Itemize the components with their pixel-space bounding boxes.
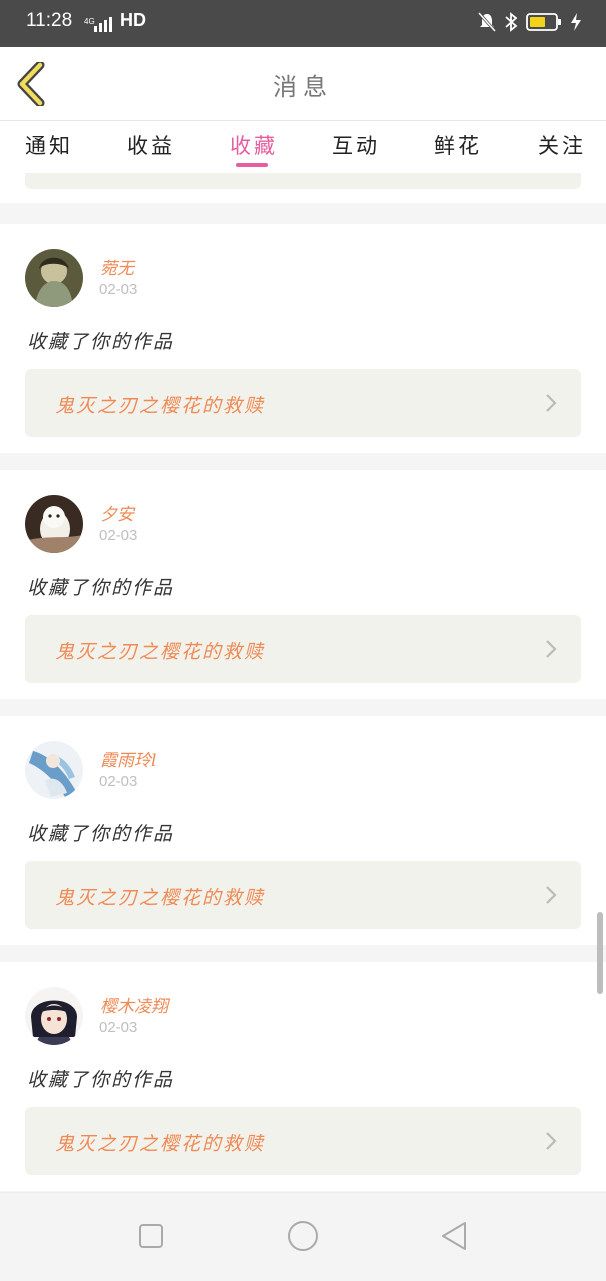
list-item: 夕安 02-03 收藏了你的作品 鬼灭之刃之樱花的救赎 — [0, 470, 606, 699]
notification-list[interactable]: 菀无 02-03 收藏了你的作品 鬼灭之刃之樱花的救赎 夕安 02-03 收藏了… — [0, 173, 606, 1192]
work-title: 鬼灭之刃之樱花的救赎 — [55, 1133, 266, 1155]
avatar[interactable] — [25, 741, 83, 799]
work-link[interactable]: 鬼灭之刃之樱花的救赎 — [25, 369, 581, 437]
scrollbar[interactable] — [597, 912, 603, 994]
svg-text:4G: 4G — [84, 17, 95, 26]
list-item-partial — [0, 173, 606, 203]
triangle-back-icon[interactable] — [440, 1222, 468, 1255]
work-link[interactable]: 鬼灭之刃之樱花的救赎 — [25, 615, 581, 683]
tab-interaction[interactable]: 互动 — [332, 130, 380, 160]
work-link[interactable]: 鬼灭之刃之樱花的救赎 — [25, 1107, 581, 1175]
status-icons — [477, 12, 582, 36]
work-link-partial[interactable] — [25, 173, 581, 189]
work-title: 鬼灭之刃之樱花的救赎 — [55, 395, 266, 417]
work-title: 鬼灭之刃之樱花的救赎 — [55, 887, 266, 909]
username[interactable]: 夕安 — [100, 500, 134, 525]
tab-flowers[interactable]: 鲜花 — [434, 130, 482, 160]
charging-icon — [570, 12, 582, 36]
system-nav-bar — [0, 1192, 606, 1281]
action-text: 收藏了你的作品 — [27, 331, 175, 353]
username[interactable]: 菀无 — [100, 254, 134, 279]
hd-indicator: HD — [120, 10, 146, 30]
tab-favorites[interactable]: 收藏 — [230, 130, 278, 160]
avatar[interactable] — [25, 495, 83, 553]
bluetooth-icon — [504, 12, 518, 36]
active-tab-indicator — [236, 163, 268, 167]
work-title: 鬼灭之刃之樱花的救赎 — [55, 641, 266, 663]
mute-icon — [477, 12, 497, 36]
tab-earnings[interactable]: 收益 — [127, 130, 175, 160]
chevron-right-icon — [546, 1132, 557, 1150]
notification-date: 02-03 — [99, 527, 138, 544]
list-item: 樱木凌翔 02-03 收藏了你的作品 鬼灭之刃之樱花的救赎 — [0, 962, 606, 1191]
action-text: 收藏了你的作品 — [27, 1069, 175, 1091]
action-text: 收藏了你的作品 — [27, 577, 175, 599]
list-item: 霞雨玲l 02-03 收藏了你的作品 鬼灭之刃之樱花的救赎 — [0, 716, 606, 945]
tab-notice[interactable]: 通知 — [25, 130, 73, 160]
page-title: 消息 — [273, 73, 333, 101]
signal-icon: 4G — [84, 16, 118, 38]
notification-date: 02-03 — [99, 1019, 138, 1036]
work-link[interactable]: 鬼灭之刃之樱花的救赎 — [25, 861, 581, 929]
chevron-right-icon — [546, 640, 557, 658]
list-item: 菀无 02-03 收藏了你的作品 鬼灭之刃之樱花的救赎 — [0, 224, 606, 453]
avatar[interactable] — [25, 249, 83, 307]
chevron-right-icon — [546, 394, 557, 412]
header: 消息 — [0, 47, 606, 121]
action-text: 收藏了你的作品 — [27, 823, 175, 845]
chevron-right-icon — [546, 886, 557, 904]
avatar[interactable] — [25, 987, 83, 1045]
circle-icon[interactable] — [286, 1221, 320, 1257]
square-icon[interactable] — [138, 1223, 164, 1253]
status-bar: 11:28 4G HD — [0, 0, 606, 47]
tab-bar: 通知 收益 收藏 互动 鲜花 关注 — [0, 121, 606, 173]
battery-icon — [526, 12, 562, 36]
username[interactable]: 樱木凌翔 — [100, 992, 168, 1017]
status-time: 11:28 — [26, 10, 73, 31]
notification-date: 02-03 — [99, 773, 138, 790]
tab-follow[interactable]: 关注 — [538, 130, 586, 160]
username[interactable]: 霞雨玲l — [100, 746, 156, 771]
notification-date: 02-03 — [99, 281, 138, 298]
